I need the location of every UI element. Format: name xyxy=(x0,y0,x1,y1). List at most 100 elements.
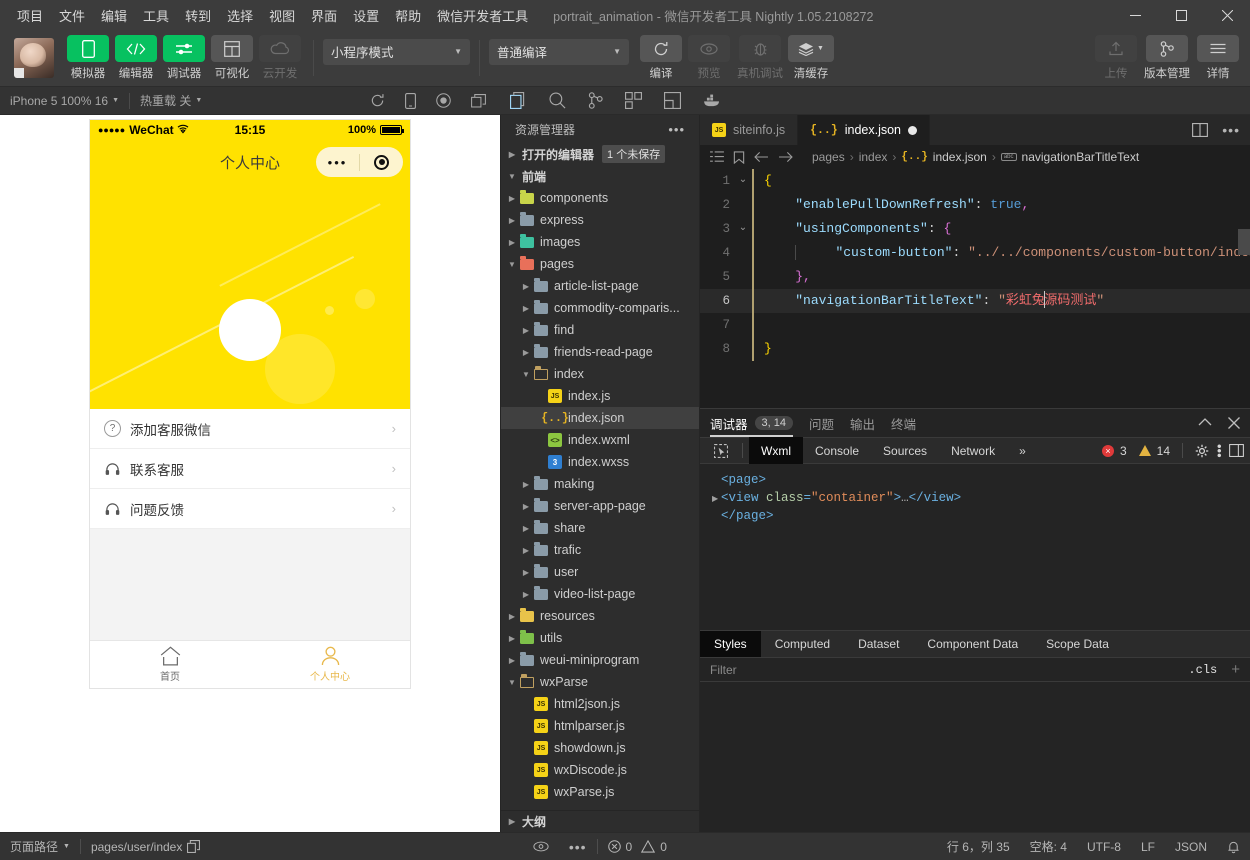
tabbar-item-home[interactable]: 首页 xyxy=(90,641,250,688)
tree-folder[interactable]: ▶ find xyxy=(501,319,699,341)
tree-folder[interactable]: ▼ pages xyxy=(501,253,699,275)
styles-tab-dataset[interactable]: Dataset xyxy=(844,631,913,658)
menu-item-edit[interactable]: 编辑 xyxy=(94,2,134,29)
wxml-dom-tree[interactable]: <page> ▶ <view class="container">…</view>… xyxy=(700,464,1250,630)
debugger-toggle-button[interactable]: 调试器 xyxy=(160,35,208,81)
compile-button[interactable]: 编译 xyxy=(637,35,685,81)
tree-file[interactable]: ▶JSwxDiscode.js xyxy=(501,759,699,781)
tree-folder[interactable]: ▶ server-app-page xyxy=(501,495,699,517)
ellipsis-icon[interactable]: ••• xyxy=(559,833,597,860)
menu-item-select[interactable]: 选择 xyxy=(220,2,260,29)
forward-arrow-icon[interactable] xyxy=(778,151,793,163)
avatar[interactable] xyxy=(14,38,54,78)
copy-files-icon[interactable] xyxy=(510,92,527,109)
hot-reload-select[interactable]: 热重载 关 ▼ xyxy=(130,87,212,115)
list-item[interactable]: 联系客服 › xyxy=(90,449,410,489)
tabbar-item-profile[interactable]: 个人中心 xyxy=(250,641,410,688)
list-item[interactable]: 问题反馈 › xyxy=(90,489,410,529)
visualize-toggle-button[interactable]: 可视化 xyxy=(208,35,256,81)
split-editor-icon[interactable] xyxy=(1192,123,1209,137)
dom-line[interactable]: ▶ <view class="container">…</view> xyxy=(712,490,1238,509)
breadcrumb-pages[interactable]: pages xyxy=(812,150,845,164)
encoding-setting[interactable]: UTF-8 xyxy=(1077,833,1131,860)
more-actions-icon[interactable]: ••• xyxy=(1222,122,1240,138)
menu-item-goto[interactable]: 转到 xyxy=(178,2,218,29)
cloud-dev-button[interactable]: 云开发 xyxy=(256,35,304,81)
tree-file[interactable]: ▶{..}index.json xyxy=(501,407,699,429)
tab-problems[interactable]: 问题 xyxy=(809,409,834,437)
outline-section[interactable]: ▶ 大纲 xyxy=(501,810,699,832)
tree-folder[interactable]: ▶ share xyxy=(501,517,699,539)
menu-item-view[interactable]: 视图 xyxy=(262,2,302,29)
menu-item-tools[interactable]: 工具 xyxy=(136,2,176,29)
menu-item-interface[interactable]: 界面 xyxy=(304,2,344,29)
simulator-toggle-button[interactable]: 模拟器 xyxy=(64,35,112,81)
styles-tab-scope-data[interactable]: Scope Data xyxy=(1032,631,1123,658)
editor-scrollbar[interactable] xyxy=(1238,229,1250,255)
menu-item-help[interactable]: 帮助 xyxy=(388,2,428,29)
tree-folder[interactable]: ▶ friends-read-page xyxy=(501,341,699,363)
settings-gear-icon[interactable] xyxy=(1195,444,1209,458)
record-icon[interactable] xyxy=(436,93,451,108)
inspect-element-icon[interactable] xyxy=(706,443,736,458)
bookmark-icon[interactable] xyxy=(733,150,745,164)
real-device-debug-button[interactable]: 真机调试 xyxy=(733,35,787,81)
mode-select[interactable]: 小程序模式 ▼ xyxy=(323,38,470,65)
expand-arrow-icon[interactable]: ▶ xyxy=(712,491,721,509)
maximize-icon[interactable] xyxy=(1158,0,1204,30)
plus-icon[interactable]: + xyxy=(1231,661,1240,678)
version-control-button[interactable]: 版本管理 xyxy=(1140,35,1194,81)
tab-terminal[interactable]: 终端 xyxy=(891,409,916,437)
tree-file[interactable]: ▶JSindex.js xyxy=(501,385,699,407)
tree-file[interactable]: ▶<>index.wxml xyxy=(501,429,699,451)
dock-side-icon[interactable] xyxy=(1229,444,1244,457)
code-editor[interactable]: 1 ⌄ { 2 "enablePullDownRefresh": true, 3… xyxy=(700,169,1250,408)
docker-icon[interactable] xyxy=(703,94,722,107)
outline-icon[interactable] xyxy=(710,151,724,163)
close-icon[interactable] xyxy=(1228,417,1240,429)
tree-folder[interactable]: ▶ video-list-page xyxy=(501,583,699,605)
language-mode[interactable]: JSON xyxy=(1165,833,1217,860)
capsule-close-icon[interactable] xyxy=(360,154,403,170)
device-select[interactable]: iPhone 5 100% 16 ▼ xyxy=(0,87,129,115)
fold-toggle-icon[interactable]: ⌄ xyxy=(734,217,752,241)
tree-folder[interactable]: ▶ weui-miniprogram xyxy=(501,649,699,671)
extensions-icon[interactable] xyxy=(625,92,642,109)
page-path-select[interactable]: 页面路径 ▼ xyxy=(0,833,80,860)
eol-setting[interactable]: LF xyxy=(1131,833,1165,860)
breadcrumb-symbol[interactable]: navigationBarTitleText xyxy=(1022,150,1140,164)
tab-output[interactable]: 输出 xyxy=(850,409,875,437)
copy-icon[interactable] xyxy=(187,840,201,853)
breadcrumb-index[interactable]: index xyxy=(859,150,888,164)
minimize-icon[interactable] xyxy=(1112,0,1158,30)
tree-folder[interactable]: ▼ index xyxy=(501,363,699,385)
devtools-more-tabs[interactable]: » xyxy=(1007,437,1038,464)
tree-folder[interactable]: ▶ trafic xyxy=(501,539,699,561)
tree-folder[interactable]: ▼ wxParse xyxy=(501,671,699,693)
preview-button[interactable]: 预览 xyxy=(685,35,733,81)
compile-mode-select[interactable]: 普通编译 ▼ xyxy=(489,38,629,65)
editor-tab-index-json[interactable]: {..} index.json xyxy=(798,115,931,145)
clear-cache-button[interactable]: ▼ 清缓存 xyxy=(787,35,835,81)
back-arrow-icon[interactable] xyxy=(754,151,769,163)
source-control-icon[interactable] xyxy=(588,92,603,109)
rotate-device-icon[interactable] xyxy=(405,92,416,109)
indentation-setting[interactable]: 空格: 4 xyxy=(1020,833,1077,860)
cls-button[interactable]: .cls xyxy=(1188,663,1217,677)
tree-file[interactable]: ▶JShtml2json.js xyxy=(501,693,699,715)
tree-folder[interactable]: ▶ resources xyxy=(501,605,699,627)
menu-item-file[interactable]: 文件 xyxy=(52,2,92,29)
status-eye-button[interactable] xyxy=(523,833,559,860)
menu-item-settings[interactable]: 设置 xyxy=(346,2,386,29)
tree-folder[interactable]: ▶ user xyxy=(501,561,699,583)
popout-icon[interactable] xyxy=(471,93,486,108)
devtools-tab-network[interactable]: Network xyxy=(939,437,1007,464)
filter-input[interactable]: Filter xyxy=(710,663,737,677)
bell-icon[interactable] xyxy=(1217,833,1250,860)
tree-folder[interactable]: ▶ utils xyxy=(501,627,699,649)
wechat-capsule[interactable]: ••• xyxy=(316,147,403,177)
dom-line[interactable]: </page> xyxy=(712,508,1238,526)
editor-toggle-button[interactable]: 编辑器 xyxy=(112,35,160,81)
upload-button[interactable]: 上传 xyxy=(1092,35,1140,81)
tree-folder[interactable]: ▶ express xyxy=(501,209,699,231)
